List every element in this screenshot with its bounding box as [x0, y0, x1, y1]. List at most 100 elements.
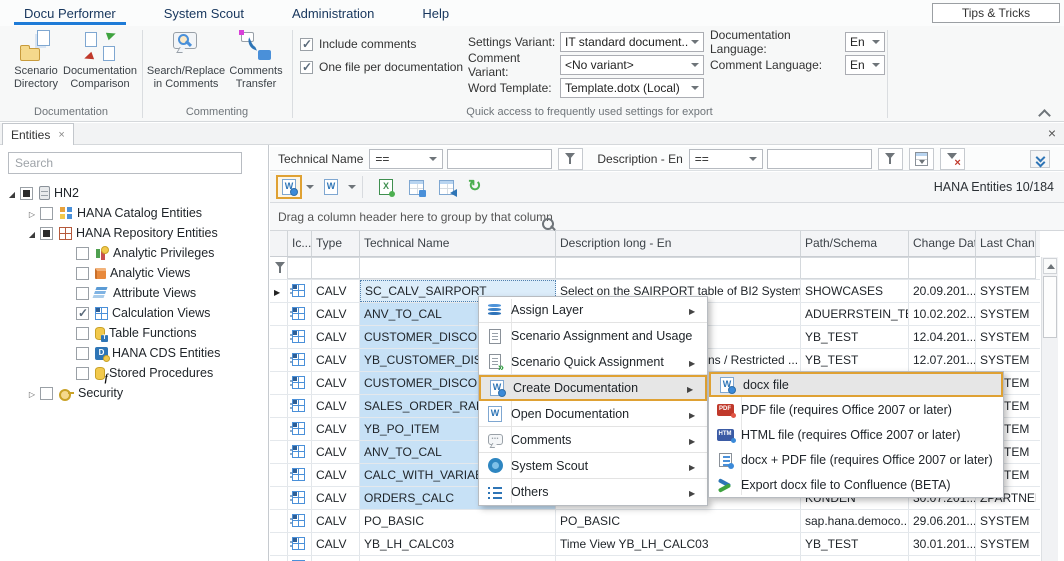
expander-icon[interactable] — [60, 345, 76, 361]
dropdown[interactable]: <No variant> — [560, 55, 704, 75]
context-menu-item[interactable]: Assign Layer — [479, 297, 707, 323]
menu-help[interactable]: Help — [398, 0, 473, 26]
filter-op1-dropdown[interactable]: == — [369, 149, 443, 169]
technical-name-cell[interactable]: PO_BASIC — [360, 510, 556, 532]
checkbox[interactable] — [20, 187, 33, 200]
vertical-scrollbar[interactable] — [1041, 257, 1058, 561]
open-docx-button[interactable] — [318, 175, 344, 199]
apply-filter-button[interactable] — [558, 148, 583, 170]
clear-filter-button[interactable] — [940, 148, 965, 170]
tree-item[interactable]: Analytic Privileges — [0, 243, 268, 263]
search-input[interactable] — [8, 152, 242, 174]
context-menu-item[interactable]: Open Documentation — [479, 401, 707, 427]
filter-layout-button[interactable] — [909, 148, 934, 170]
menu-administration[interactable]: Administration — [268, 0, 398, 26]
column-header[interactable]: Ic... — [288, 231, 312, 256]
tree-item[interactable]: Attribute Views — [0, 283, 268, 303]
expander-icon[interactable] — [60, 285, 76, 301]
collapse-ribbon-icon[interactable] — [1038, 108, 1050, 118]
context-menu-item[interactable]: Scenario Assignment and Usage — [479, 323, 707, 349]
grid-filter-cell[interactable] — [360, 257, 556, 279]
submenu-item[interactable]: docx + PDF file (requires Office 2007 or… — [709, 447, 1003, 472]
column-header[interactable]: Last Chan... — [976, 231, 1036, 256]
checkbox[interactable] — [76, 247, 89, 260]
tab-entities[interactable]: Entities × — [2, 123, 74, 145]
tree-item[interactable]: Analytic Views — [0, 263, 268, 283]
comments-transfer-button[interactable]: Comments Transfer — [224, 30, 288, 104]
menu-docu-performer[interactable]: Docu Performer — [0, 0, 140, 26]
checkbox[interactable] — [40, 207, 53, 220]
checkbox[interactable] — [76, 347, 89, 360]
create-docx-dropdown[interactable] — [302, 175, 314, 199]
refresh-button[interactable] — [463, 175, 489, 199]
checkbox[interactable] — [76, 267, 89, 280]
column-header[interactable]: Description long - En — [556, 231, 801, 256]
expander-icon[interactable] — [60, 325, 76, 341]
tree-item[interactable]: HANA Repository Entities — [0, 223, 268, 243]
technical-name-cell[interactable] — [360, 556, 556, 561]
tree-item[interactable]: Table Functions — [0, 323, 268, 343]
scrollbar-thumb[interactable] — [1043, 276, 1057, 338]
technical-name-cell[interactable]: YB_LH_CALC03 — [360, 533, 556, 555]
column-header[interactable]: Type — [312, 231, 360, 256]
checkbox[interactable] — [76, 287, 89, 300]
magnifier-icon[interactable] — [541, 217, 555, 231]
restore-layout-button[interactable] — [433, 175, 459, 199]
context-menu-item[interactable]: Scenario Quick Assignment — [479, 349, 707, 375]
context-menu-item[interactable]: Create Documentation — [479, 375, 707, 401]
tips-tricks-button[interactable]: Tips & Tricks — [932, 3, 1060, 23]
tree-item[interactable]: Stored Procedures — [0, 363, 268, 383]
checkbox[interactable] — [76, 307, 89, 320]
expander-icon[interactable] — [4, 185, 20, 201]
expander-icon[interactable] — [60, 365, 76, 381]
tree-item[interactable]: HANA CDS Entities — [0, 343, 268, 363]
group-by-bar[interactable]: Drag a column header here to group by th… — [270, 203, 1064, 231]
ribbon-checkbox[interactable]: One file per documentation — [300, 57, 463, 77]
column-header[interactable]: Change Date — [909, 231, 976, 256]
tree-item[interactable]: Security — [0, 383, 268, 403]
scroll-up-icon[interactable] — [1043, 258, 1057, 274]
grid-filter-cell[interactable] — [556, 257, 801, 279]
expander-icon[interactable] — [60, 265, 76, 281]
tree-item[interactable]: HANA Catalog Entities — [0, 203, 268, 223]
menu-system-scout[interactable]: System Scout — [140, 0, 268, 26]
context-menu-item[interactable]: System Scout — [479, 453, 707, 479]
filter-button[interactable] — [878, 148, 903, 170]
save-layout-button[interactable] — [403, 175, 429, 199]
checkbox[interactable] — [40, 227, 53, 240]
open-docx-dropdown[interactable] — [344, 175, 356, 199]
checkbox[interactable] — [76, 327, 89, 340]
dropdown[interactable]: IT standard document... — [560, 32, 704, 52]
table-row[interactable]: CALVYB_LH_CALC03Time View YB_LH_CALC03YB… — [270, 533, 1040, 556]
create-docx-button[interactable] — [276, 175, 302, 199]
expander-icon[interactable] — [24, 225, 40, 241]
expander-icon[interactable] — [24, 205, 40, 221]
export-excel-button[interactable] — [373, 175, 399, 199]
table-row[interactable] — [270, 556, 1040, 561]
tree-item[interactable]: Calculation Views — [0, 303, 268, 323]
expander-icon[interactable] — [60, 245, 76, 261]
table-row[interactable]: CALVPO_BASICPO_BASICsap.hana.democo...29… — [270, 510, 1040, 533]
expander-icon[interactable] — [24, 385, 40, 401]
tree-item[interactable]: HN2 — [0, 183, 268, 203]
filter-value1-input[interactable] — [447, 149, 552, 169]
dropdown[interactable]: En — [845, 32, 885, 52]
submenu-item[interactable]: docx file — [709, 372, 1003, 397]
column-header[interactable]: Path/Schema — [801, 231, 909, 256]
submenu-item[interactable]: Export docx file to Confluence (BETA) — [709, 472, 1003, 497]
dropdown[interactable]: En — [845, 55, 885, 75]
filter-op2-dropdown[interactable]: == — [689, 149, 763, 169]
submenu-item[interactable]: HTML file (requires Office 2007 or later… — [709, 422, 1003, 447]
scenario-directory-button[interactable]: Scenario Directory — [2, 30, 70, 104]
documentation-comparison-button[interactable]: Documentation Comparison — [66, 30, 134, 104]
checkbox[interactable] — [76, 367, 89, 380]
search-replace-comments-button[interactable]: Search/Replace in Comments — [150, 30, 222, 104]
dropdown[interactable]: Template.dotx (Local) — [560, 78, 704, 98]
ribbon-checkbox[interactable]: Include comments — [300, 34, 463, 54]
context-menu-item[interactable]: Comments — [479, 427, 707, 453]
checkbox[interactable] — [40, 387, 53, 400]
tab-close-icon[interactable]: × — [58, 129, 64, 141]
expander-icon[interactable] — [60, 305, 76, 321]
submenu-item[interactable]: PDF file (requires Office 2007 or later) — [709, 397, 1003, 422]
close-icon[interactable]: × — [1048, 125, 1056, 141]
